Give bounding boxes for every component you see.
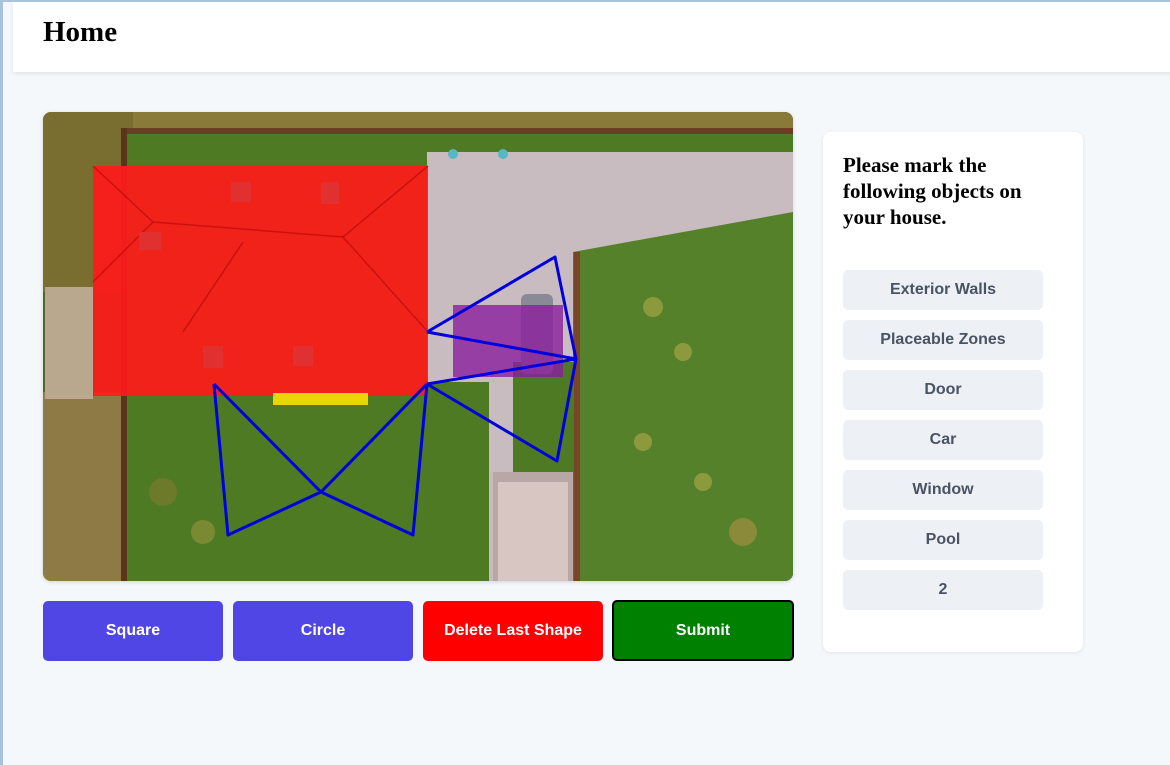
circle-button[interactable]: Circle — [233, 601, 413, 661]
drawing-canvas[interactable] — [43, 112, 793, 581]
object-item-pool[interactable]: Pool — [843, 520, 1043, 560]
aerial-house-image[interactable] — [43, 112, 793, 581]
object-list: Exterior Walls Placeable Zones Door Car … — [843, 270, 1043, 620]
object-item-exterior-walls[interactable]: Exterior Walls — [843, 270, 1043, 310]
object-item-2[interactable]: 2 — [843, 570, 1043, 610]
exterior-walls-shape[interactable] — [93, 166, 428, 396]
object-item-car[interactable]: Car — [843, 420, 1043, 460]
object-item-door[interactable]: Door — [843, 370, 1043, 410]
page-title: Home — [43, 16, 118, 48]
object-item-window[interactable]: Window — [843, 470, 1043, 510]
door-shape[interactable] — [273, 393, 368, 405]
square-button[interactable]: Square — [43, 601, 223, 661]
delete-last-shape-button[interactable]: Delete Last Shape — [423, 601, 603, 661]
objects-panel: Please mark the following objects on you… — [823, 132, 1083, 652]
header-bar: Home — [13, 2, 1170, 72]
object-item-placeable-zones[interactable]: Placeable Zones — [843, 320, 1043, 360]
submit-button[interactable]: Submit — [612, 600, 794, 661]
panel-heading: Please mark the following objects on you… — [843, 153, 1022, 229]
